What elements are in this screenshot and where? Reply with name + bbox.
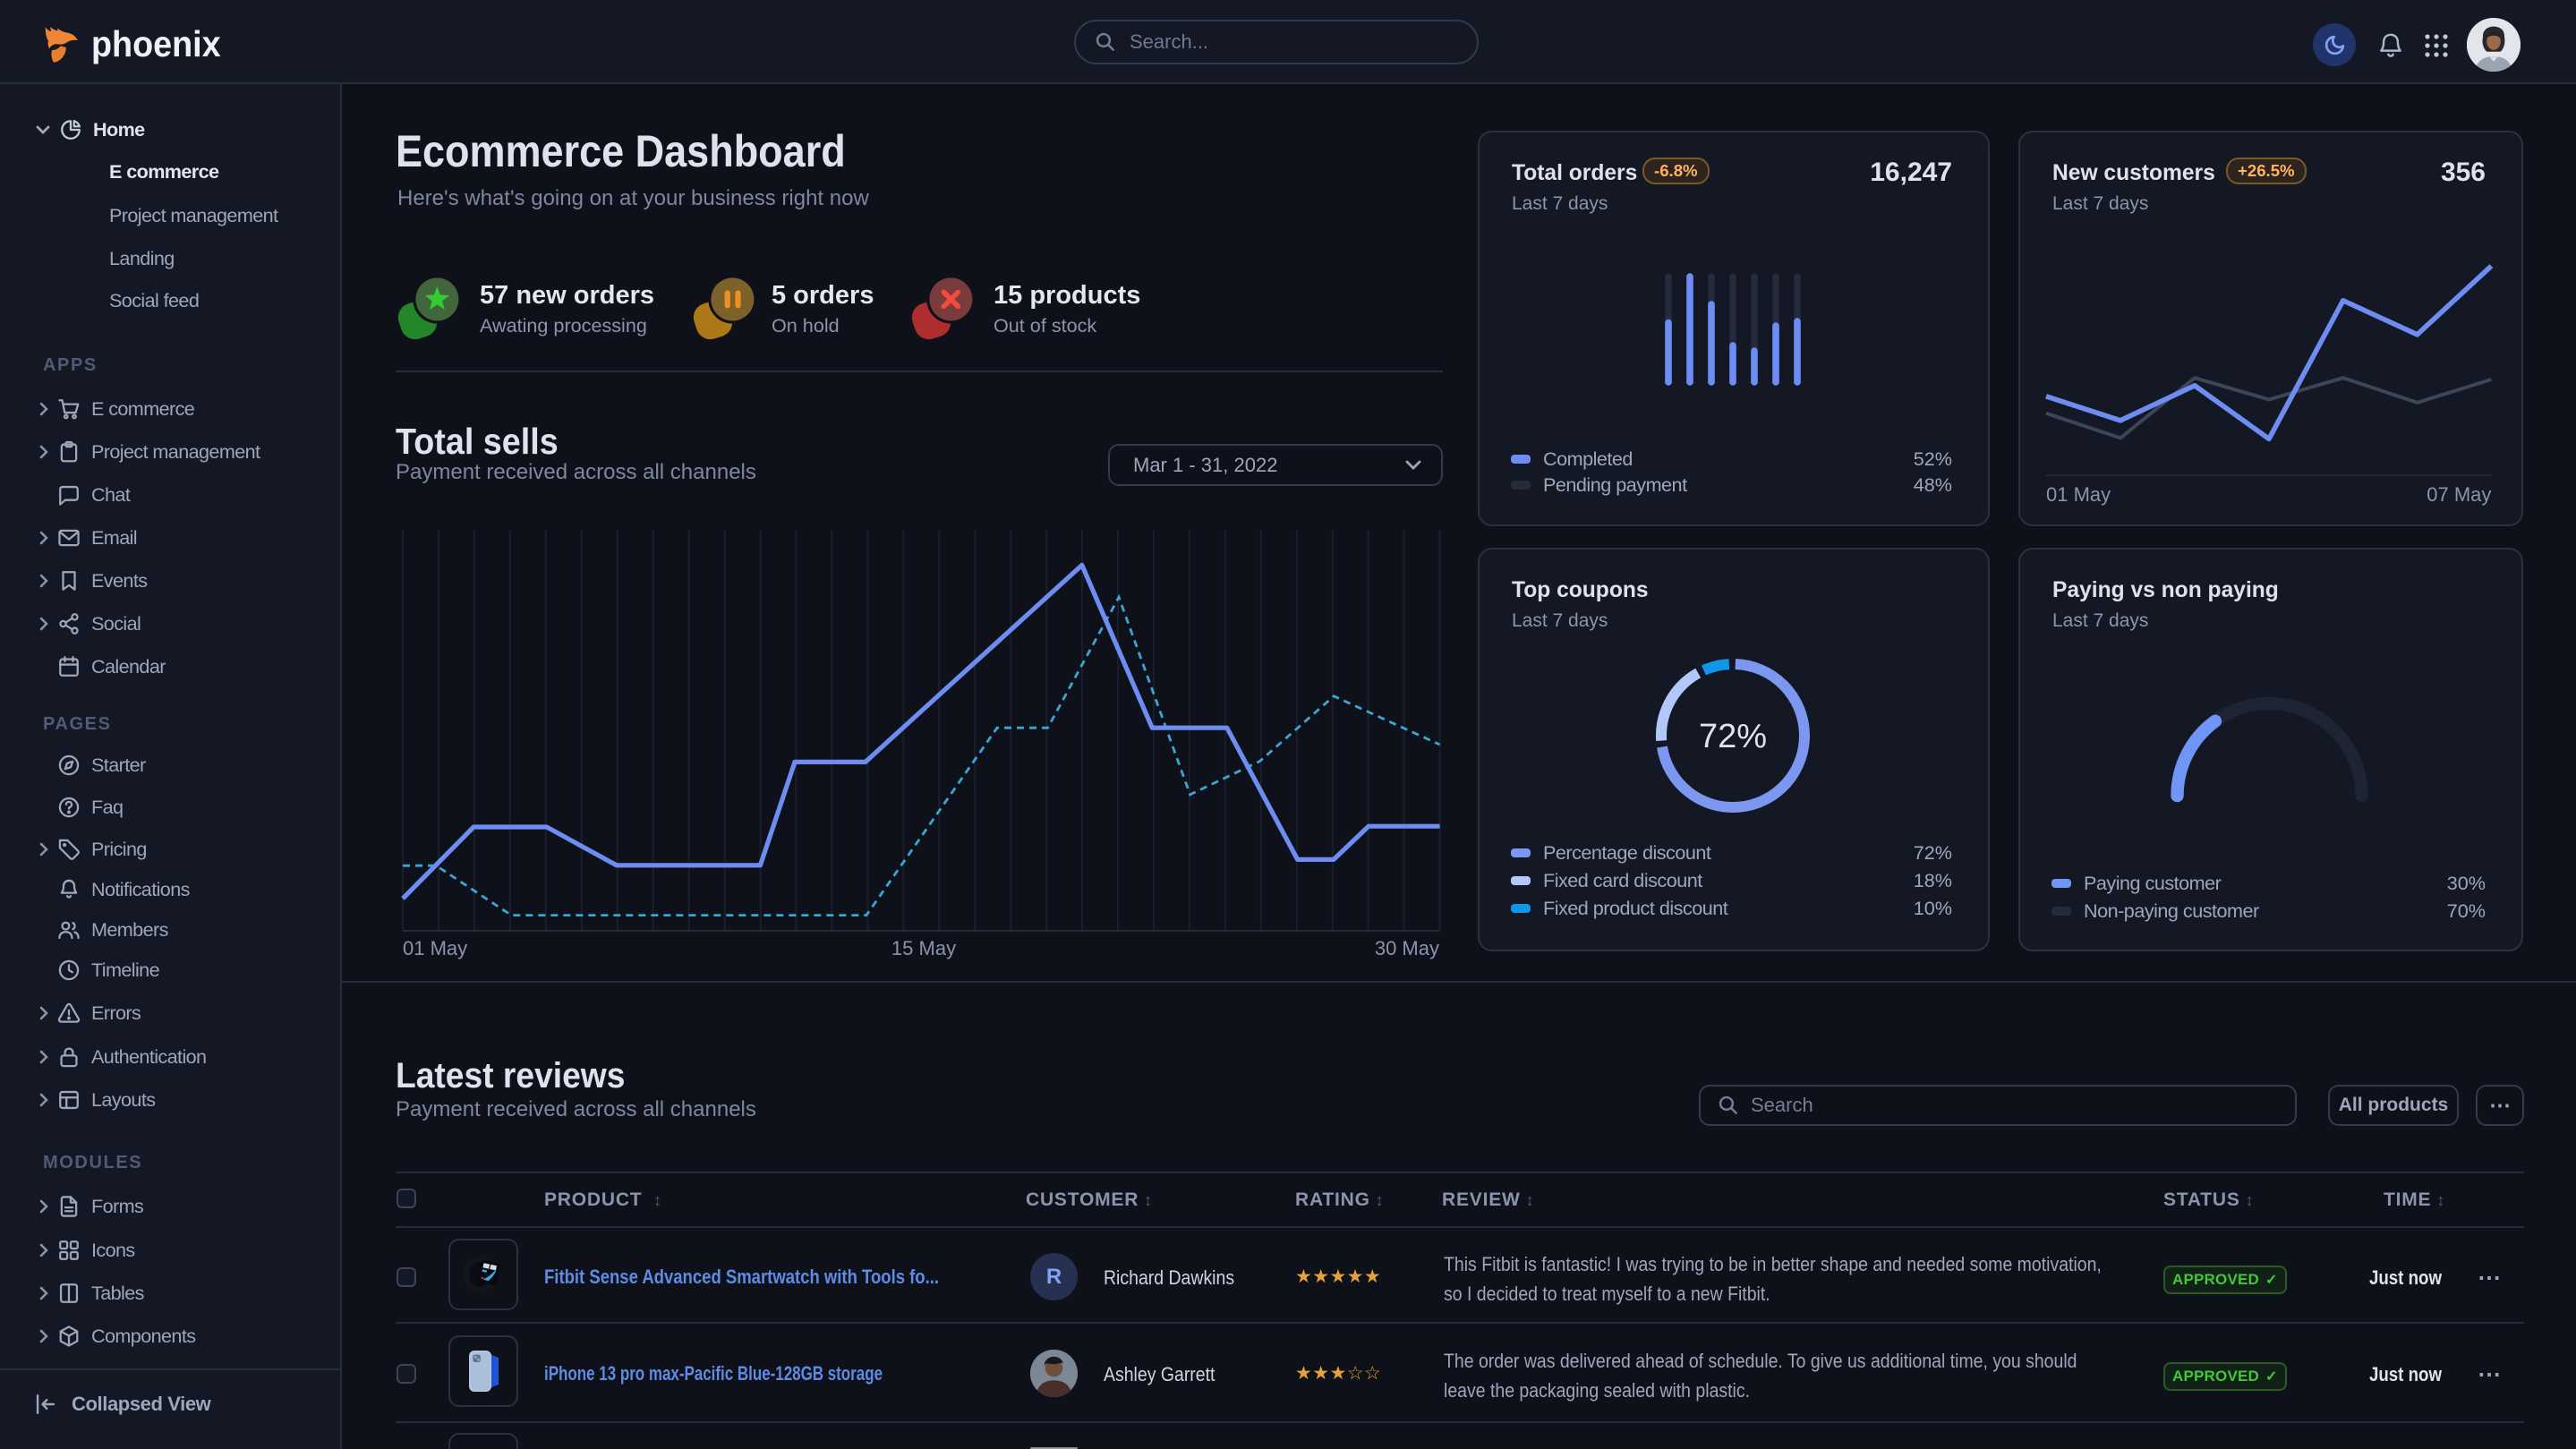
svg-text:15 May: 15 May [891,937,956,959]
svg-text:30 May: 30 May [1375,937,1439,959]
svg-text:07 May: 07 May [2427,483,2491,506]
svg-text:72%: 72% [1699,718,1767,755]
svg-text:01 May: 01 May [2046,483,2111,506]
svg-text:01 May: 01 May [403,937,467,959]
